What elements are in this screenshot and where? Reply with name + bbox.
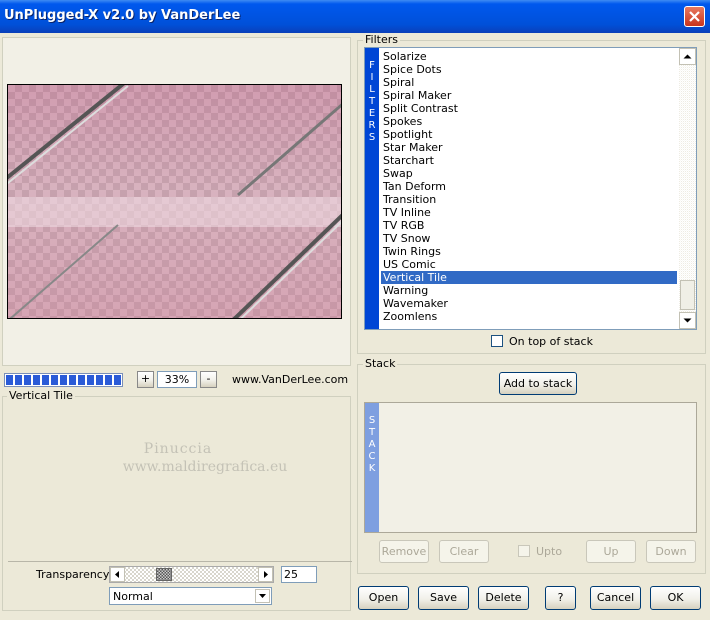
stack-side-label: STACK (368, 415, 376, 474)
progress-cell (69, 375, 76, 385)
progress-bar (4, 373, 123, 387)
list-item[interactable]: US Comic (381, 258, 677, 271)
list-item[interactable]: Wavemaker (381, 297, 677, 310)
help-button[interactable]: ? (545, 586, 576, 610)
list-item[interactable]: Vertical Tile (381, 271, 677, 284)
filters-scrollbar[interactable] (679, 48, 696, 329)
list-item[interactable]: Swap (381, 167, 677, 180)
list-item[interactable]: Transition (381, 193, 677, 206)
slider-thumb[interactable] (156, 568, 172, 581)
progress-cell (114, 375, 121, 385)
list-item[interactable]: Tan Deform (381, 180, 677, 193)
cancel-button[interactable]: Cancel (590, 586, 641, 610)
filters-side-strip: FILTERS (365, 48, 379, 329)
list-item[interactable]: Twin Rings (381, 245, 677, 258)
close-button[interactable] (684, 6, 705, 27)
filters-title: Filters (363, 33, 400, 46)
list-item[interactable]: Star Maker (381, 141, 677, 154)
arrow-down-icon (683, 318, 692, 323)
stack-list[interactable] (364, 402, 697, 533)
divider (8, 561, 352, 562)
progress-cell (24, 375, 31, 385)
list-item[interactable]: Solarize (381, 50, 677, 63)
transparency-slider[interactable] (109, 566, 274, 583)
on-top-checkbox[interactable] (491, 335, 503, 347)
website-link[interactable]: www.VanDerLee.com (232, 373, 348, 386)
list-item[interactable]: Warning (381, 284, 677, 297)
blend-mode-select[interactable]: Normal (109, 587, 272, 605)
list-item[interactable]: Spiral Maker (381, 89, 677, 102)
add-to-stack-button[interactable]: Add to stack (499, 372, 577, 395)
filters-list[interactable]: Solarize Spice Dots Spiral Spiral Maker Spli… (379, 49, 679, 328)
transparency-input[interactable]: 25 (281, 566, 317, 583)
list-item[interactable]: Spice Dots (381, 63, 677, 76)
progress-cell (51, 375, 58, 385)
list-item[interactable]: Starchart (381, 154, 677, 167)
list-item[interactable]: Spotlight (381, 128, 677, 141)
open-button[interactable]: Open (358, 586, 409, 610)
preview-image[interactable] (7, 84, 342, 319)
arrow-up-icon (683, 54, 692, 59)
upto-label: Upto (536, 545, 563, 558)
list-item[interactable]: TV RGB (381, 219, 677, 232)
zoom-in-button[interactable]: + (137, 371, 154, 388)
zoom-value[interactable]: 33% (157, 371, 197, 388)
preview-diagonal-lines (8, 85, 341, 318)
scroll-up-button[interactable] (679, 48, 696, 65)
delete-button[interactable]: Delete (478, 586, 529, 610)
on-top-label: On top of stack (509, 335, 593, 348)
remove-button[interactable]: Remove (379, 540, 429, 563)
progress-cell (33, 375, 40, 385)
scroll-thumb[interactable] (680, 280, 695, 310)
arrow-right-icon (264, 571, 268, 578)
down-button[interactable]: Down (646, 540, 696, 563)
close-icon (689, 11, 700, 22)
save-button[interactable]: Save (418, 586, 469, 610)
list-item[interactable]: Zoomlens (381, 310, 677, 323)
stack-title: Stack (363, 357, 398, 370)
list-item[interactable]: Spokes (381, 115, 677, 128)
title-bar[interactable]: UnPlugged-X v2.0 by VanDerLee (0, 0, 710, 33)
progress-cell (15, 375, 22, 385)
up-button[interactable]: Up (586, 540, 636, 563)
progress-cell (96, 375, 103, 385)
zoom-out-button[interactable]: - (200, 371, 217, 388)
list-item[interactable]: Spiral (381, 76, 677, 89)
scroll-down-button[interactable] (679, 312, 696, 329)
list-item[interactable]: Split Contrast (381, 102, 677, 115)
window-title: UnPlugged-X v2.0 by VanDerLee (4, 8, 241, 23)
watermark-url: www.maldiregrafica.eu (122, 459, 288, 475)
filters-side-label: FILTERS (368, 60, 376, 143)
ok-button[interactable]: OK (650, 586, 701, 610)
progress-cell (42, 375, 49, 385)
chevron-down-icon (259, 594, 266, 598)
arrow-left-icon (115, 571, 119, 578)
slider-left-button[interactable] (110, 567, 125, 582)
watermark-name: Pinuccia (143, 441, 213, 457)
clear-button[interactable]: Clear (439, 540, 489, 563)
transparency-label: Transparency (36, 568, 110, 581)
upto-checkbox[interactable] (518, 545, 530, 557)
stack-side-strip: STACK (365, 403, 379, 532)
progress-cell (6, 375, 13, 385)
list-item[interactable]: TV Snow (381, 232, 677, 245)
progress-cell (78, 375, 85, 385)
slider-right-button[interactable] (258, 567, 273, 582)
progress-cell (87, 375, 94, 385)
list-item[interactable]: TV Inline (381, 206, 677, 219)
params-title: Vertical Tile (7, 389, 75, 402)
dropdown-button[interactable] (255, 589, 270, 603)
progress-cell (105, 375, 112, 385)
progress-cell (60, 375, 67, 385)
blend-mode-value: Normal (113, 590, 153, 603)
